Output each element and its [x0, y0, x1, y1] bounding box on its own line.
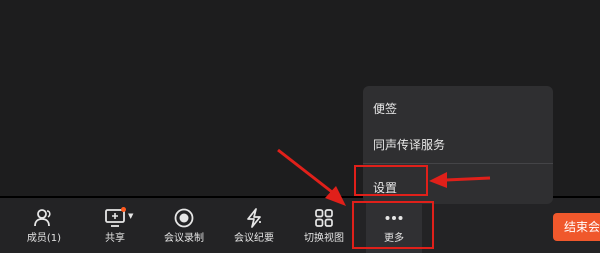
minutes-button[interactable]: 会议纪要	[228, 198, 280, 253]
switch-view-button[interactable]: 切换视图	[298, 198, 350, 253]
record-button[interactable]: 会议录制	[158, 198, 210, 253]
menu-separator	[363, 163, 553, 164]
record-label: 会议录制	[164, 233, 204, 244]
grid-view-icon	[315, 209, 333, 227]
meeting-toolbar: 成员(1) ▼ 共享 会议录制 会议纪要 切换视图 更多	[0, 198, 600, 253]
more-highlight-box	[352, 201, 434, 249]
record-icon	[174, 208, 194, 228]
share-dropdown-icon[interactable]: ▼	[128, 212, 133, 220]
members-label: 成员(1)	[26, 233, 62, 244]
share-button[interactable]: ▼ 共享	[95, 198, 135, 253]
ai-minutes-icon	[247, 208, 261, 228]
share-label: 共享	[105, 233, 125, 244]
end-meeting-button[interactable]: 结束会	[553, 213, 600, 241]
members-button[interactable]: 成员(1)	[20, 198, 68, 253]
settings-highlight-box	[354, 165, 428, 196]
members-icon	[34, 209, 51, 227]
minutes-label: 会议纪要	[234, 233, 274, 244]
switch-view-label: 切换视图	[304, 233, 344, 244]
menu-item-notes[interactable]: 便签	[373, 100, 397, 117]
menu-item-interpretation[interactable]: 同声传译服务	[373, 136, 445, 153]
share-notification-dot	[121, 207, 126, 212]
